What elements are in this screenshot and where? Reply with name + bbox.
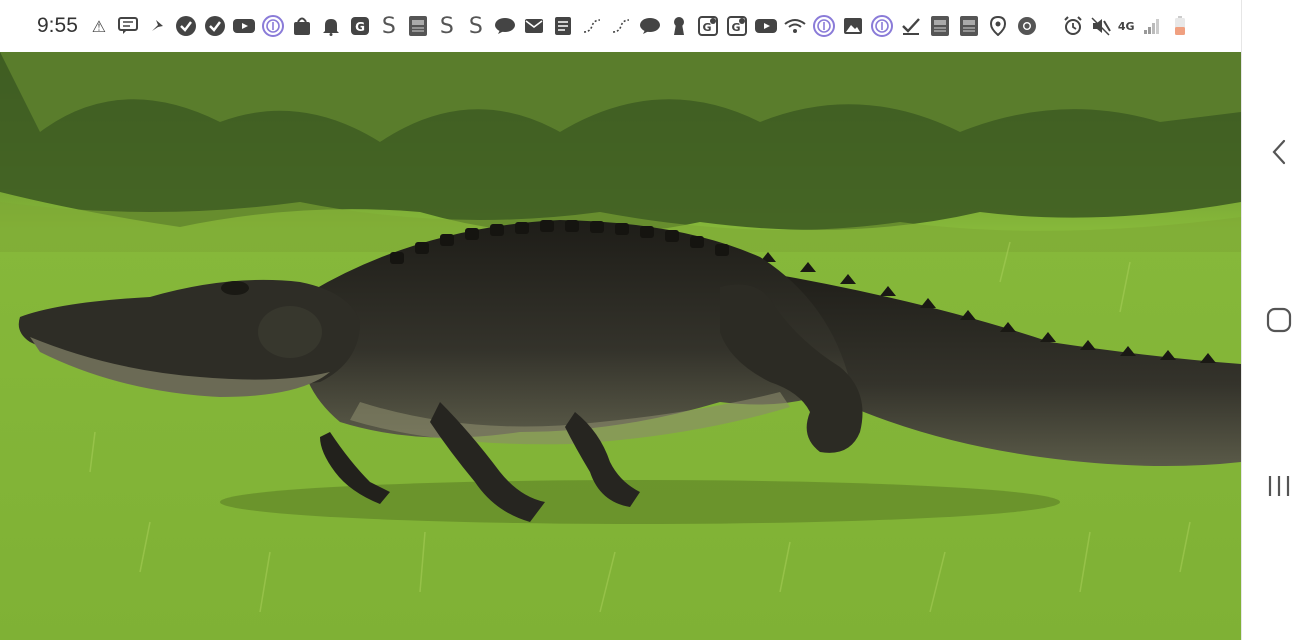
chat-icon (494, 15, 516, 37)
s-icon: S (381, 13, 396, 39)
back-button[interactable] (1242, 138, 1315, 166)
keyhole-icon (668, 15, 690, 37)
bag-icon (291, 15, 313, 37)
alligator-photo (0, 52, 1241, 640)
wifi-icon (784, 15, 806, 37)
news-icon (929, 15, 951, 37)
signal-icon (1141, 15, 1163, 37)
status-bar: 9:55 ⚠ G S S S G G 4G (0, 0, 1241, 52)
navigation-bar (1241, 0, 1315, 640)
document-icon (552, 15, 574, 37)
back-icon (1272, 139, 1286, 165)
map-g-icon: G (726, 15, 748, 37)
alligator-image (0, 52, 1241, 640)
g-icon: G (349, 15, 371, 37)
map-g-icon: G (697, 15, 719, 37)
image-icon (842, 15, 864, 37)
svg-text:G: G (702, 21, 711, 34)
news-icon (407, 15, 429, 37)
check-icon (900, 15, 922, 37)
route-icon (610, 15, 632, 37)
bell-icon (320, 15, 342, 37)
svg-text:G: G (355, 20, 365, 34)
home-icon (1266, 307, 1292, 333)
chrome-icon (1016, 15, 1038, 37)
home-button[interactable] (1242, 306, 1315, 334)
news-icon (958, 15, 980, 37)
fingerprint-icon (812, 15, 835, 37)
chat-icon (639, 15, 661, 37)
recents-icon (1268, 476, 1290, 496)
route-icon (581, 15, 603, 37)
youtube-icon (232, 15, 255, 37)
svg-text:G: G (731, 21, 740, 34)
fingerprint-icon (870, 15, 893, 37)
message-icon (117, 15, 139, 37)
status-time: 9:55 (37, 14, 78, 37)
vimeo-icon (175, 15, 197, 37)
youtube-icon (754, 15, 777, 37)
s-icon: S (439, 13, 454, 39)
mail-icon (523, 15, 545, 37)
recents-button[interactable] (1242, 472, 1315, 500)
notification-icons: ⚠ G S S S G G (88, 13, 1038, 39)
system-icons: 4G (1062, 15, 1191, 37)
fingerprint-icon (261, 15, 284, 37)
mute-icon (1090, 15, 1112, 37)
vimeo-icon (204, 15, 226, 37)
network-type-label: 4G (1117, 19, 1135, 33)
pin-icon (146, 15, 168, 37)
alarm-icon (1062, 15, 1084, 37)
battery-icon (1169, 15, 1191, 37)
location-icon (987, 15, 1009, 37)
alert-icon: ⚠ (91, 16, 107, 36)
s-icon: S (468, 13, 483, 39)
